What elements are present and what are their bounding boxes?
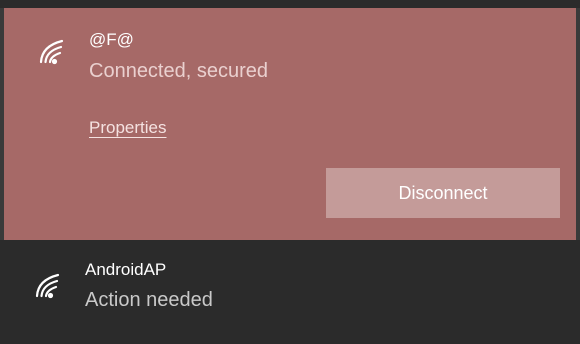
network-name: AndroidAP bbox=[85, 260, 167, 279]
top-divider bbox=[0, 0, 580, 8]
network-status: Connected, secured bbox=[89, 60, 269, 82]
disconnect-button[interactable]: Disconnect bbox=[326, 168, 560, 218]
network-status: Action needed bbox=[85, 289, 213, 311]
network-item[interactable]: AndroidAP Action needed bbox=[0, 240, 580, 344]
properties-link[interactable]: Properties bbox=[89, 118, 166, 138]
wifi-signal-icon bbox=[30, 270, 64, 300]
network-item-connected[interactable]: @F@ Connected, secured Properties Discon… bbox=[0, 8, 580, 240]
network-name: @F@ bbox=[89, 30, 134, 49]
wifi-signal-icon bbox=[34, 36, 68, 66]
wifi-flyout: @F@ Connected, secured Properties Discon… bbox=[0, 0, 580, 344]
